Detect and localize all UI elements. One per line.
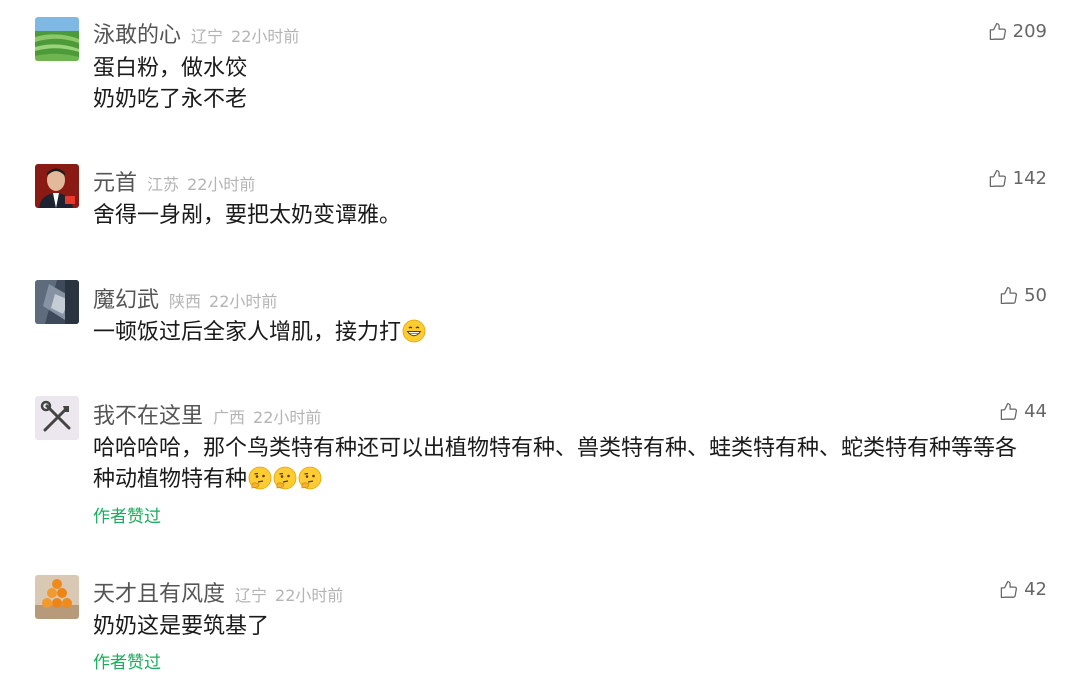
comment-line: 哈哈哈哈，那个鸟类特有种还可以出植物特有种、兽类特有种、蛙类特有种、蛇类特有种等…	[93, 436, 1018, 461]
like-button[interactable]: 44	[999, 398, 1047, 424]
thumbs-up-icon	[1000, 286, 1018, 304]
location: 辽宁	[191, 27, 224, 46]
like-count: 42	[1024, 578, 1047, 600]
author-liked-badge: 作者赞过	[93, 507, 161, 527]
timestamp: 22小时前	[187, 175, 256, 194]
timestamp: 22小时前	[209, 292, 278, 311]
nickname[interactable]: 元首	[93, 165, 137, 197]
thinking-emoji-icon	[248, 466, 272, 490]
thumbs-up-icon	[1000, 402, 1018, 420]
timestamp: 22小时前	[275, 586, 344, 605]
comment-line: 种动植物特有种	[93, 467, 248, 492]
like-count: 44	[1024, 400, 1047, 422]
user-avatar[interactable]	[35, 396, 79, 440]
comment-text: 舍得一身剐，要把太奶变谭雅。	[93, 200, 1048, 231]
location: 辽宁	[235, 586, 268, 605]
nickname[interactable]: 天才且有风度	[93, 576, 225, 608]
user-avatar[interactable]	[35, 164, 79, 208]
user-avatar[interactable]	[35, 280, 79, 324]
like-button[interactable]: 42	[999, 576, 1047, 602]
thinking-emoji-icon	[273, 466, 297, 490]
like-count: 142	[1012, 167, 1047, 189]
portrait-avatar-icon	[35, 164, 79, 208]
comment-text: 哈哈哈哈，那个鸟类特有种还可以出植物特有种、兽类特有种、蛙类特有种、蛇类特有种等…	[93, 433, 1048, 495]
author-liked-badge: 作者赞过	[93, 653, 161, 673]
orange-tower-avatar-icon	[35, 575, 79, 619]
like-count: 50	[1024, 284, 1047, 306]
like-button[interactable]: 50	[999, 282, 1047, 308]
comment-line: 舍得一身剐，要把太奶变谭雅。	[93, 203, 402, 228]
grin-emoji-icon	[402, 319, 426, 343]
thumbs-up-icon	[989, 169, 1006, 187]
green-field-avatar-icon	[35, 17, 79, 61]
timestamp: 22小时前	[253, 408, 322, 427]
thumbs-up-icon	[989, 22, 1006, 40]
comment-text: 蛋白粉，做水饺 奶奶吃了永不老	[93, 53, 1048, 115]
comment-line: 奶奶吃了永不老	[93, 87, 248, 112]
nickname[interactable]: 泳敢的心	[93, 17, 181, 49]
comment-line: 蛋白粉，做水饺	[93, 56, 248, 81]
thinking-emoji-icon	[298, 466, 322, 490]
comment-line: 奶奶这是要筑基了	[93, 614, 270, 639]
nickname[interactable]: 魔幻武	[93, 282, 159, 314]
location: 江苏	[147, 175, 180, 194]
user-avatar[interactable]	[35, 17, 79, 61]
location: 陕西	[169, 292, 202, 311]
dark-scene-avatar-icon	[35, 280, 79, 324]
like-button[interactable]: 142	[988, 165, 1047, 191]
comment-text: 奶奶这是要筑基了	[93, 611, 1048, 642]
nickname[interactable]: 我不在这里	[93, 398, 203, 430]
location: 广西	[213, 408, 246, 427]
comment-text: 一顿饭过后全家人增肌，接力打	[93, 317, 1048, 348]
tools-avatar-icon	[35, 396, 79, 440]
like-count: 209	[1012, 20, 1047, 42]
thumbs-up-icon	[1000, 580, 1018, 598]
comment-line: 一顿饭过后全家人增肌，接力打	[93, 320, 402, 345]
like-button[interactable]: 209	[988, 18, 1047, 44]
user-avatar[interactable]	[35, 575, 79, 619]
timestamp: 22小时前	[231, 27, 300, 46]
